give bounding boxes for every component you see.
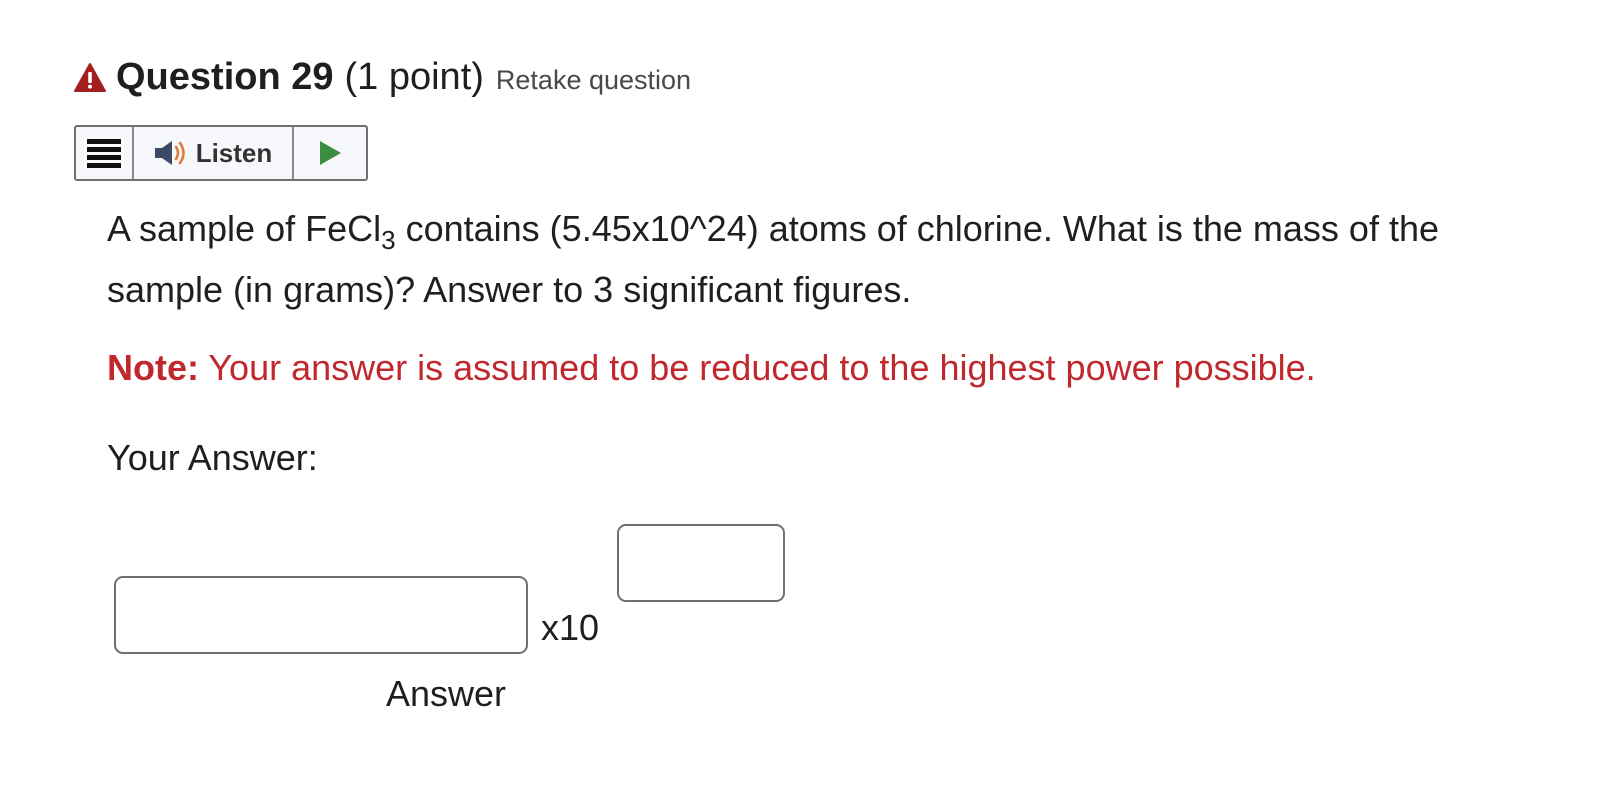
your-answer-heading: Your Answer: xyxy=(107,437,318,478)
question-text-part-1: A sample of FeCl xyxy=(107,208,382,249)
note-label: Note: xyxy=(107,347,199,388)
listen-button[interactable]: Listen xyxy=(134,127,294,179)
listen-toolbar: Listen xyxy=(74,125,368,181)
note: Note: Your answer is assumed to be reduc… xyxy=(107,347,1316,389)
play-button[interactable] xyxy=(294,127,366,179)
note-text: Your answer is assumed to be reduced to … xyxy=(199,347,1316,388)
question-header: Question 29 (1 point) Retake question xyxy=(74,56,691,99)
retake-question-link[interactable]: Retake question xyxy=(496,65,691,96)
warning-icon xyxy=(74,62,106,92)
listen-menu-button[interactable] xyxy=(76,127,134,179)
times-ten-label: x10 xyxy=(541,607,600,648)
answer-exponent-input[interactable] xyxy=(617,524,785,602)
listen-label: Listen xyxy=(195,137,273,168)
menu-icon xyxy=(87,139,121,168)
speaker-icon xyxy=(154,141,185,165)
question-points: (1 point) xyxy=(344,56,484,98)
play-icon xyxy=(320,141,341,165)
question-text: A sample of FeCl3 contains (5.45x10^24) … xyxy=(107,198,1547,320)
formula-subscript: 3 xyxy=(381,225,396,255)
answer-mantissa-input[interactable] xyxy=(114,576,528,654)
answer-caption: Answer xyxy=(386,673,507,714)
question-title: Question 29 xyxy=(116,56,334,98)
